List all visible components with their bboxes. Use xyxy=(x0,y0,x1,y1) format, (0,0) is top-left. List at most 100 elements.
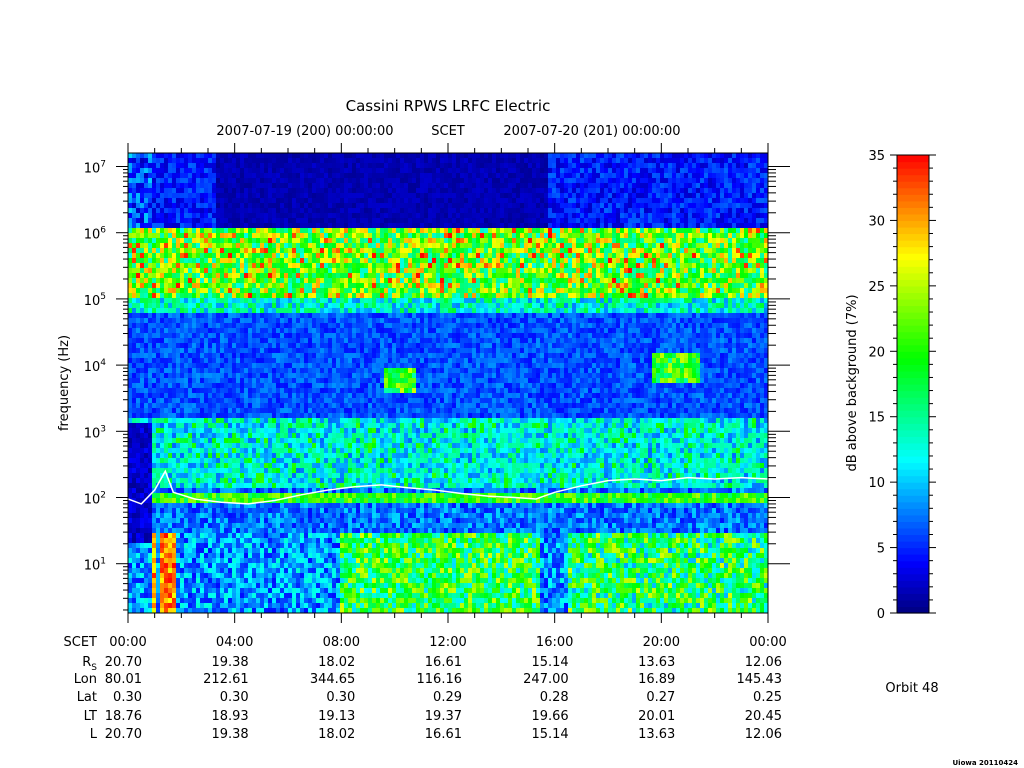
colorbar-segment xyxy=(897,586,929,594)
spectrogram-figure: Cassini RPWS LRFC Electric 2007-07-19 (2… xyxy=(57,97,1018,767)
colorbar-tick-label: 0 xyxy=(877,607,885,622)
y-tick-label: 101 xyxy=(84,557,106,574)
ephemeris-cell: 344.65 xyxy=(310,672,356,687)
colorbar-segment xyxy=(897,220,929,228)
scet-label: SCET xyxy=(431,124,465,139)
colorbar-segment xyxy=(897,305,929,313)
colorbar-segment xyxy=(897,272,929,280)
colorbar: 0 5 10 15 20 25 30 35 xyxy=(868,149,936,622)
colorbar-label: dB above background (7%) xyxy=(845,294,860,471)
colorbar-segment xyxy=(897,541,929,549)
ephemeris-cell: 19.38 xyxy=(211,727,248,742)
colorbar-segment xyxy=(897,226,929,235)
ephemeris-cell: 18.02 xyxy=(318,727,355,742)
ephemeris-cell: 0.30 xyxy=(220,690,249,705)
colorbar-segment xyxy=(897,469,929,477)
ephemeris-row-label: L xyxy=(90,727,98,742)
colorbar-tick-label: 10 xyxy=(868,476,885,491)
ephemeris-cell: 15.14 xyxy=(531,655,568,670)
ephemeris-table: SCET 00:00 04:00 08:00 12:00 16:00 20:00 00:00 R… xyxy=(64,635,787,742)
ephemeris-cell: 0.28 xyxy=(540,690,569,705)
colorbar-segment xyxy=(897,547,929,555)
ephemeris-cell: 16.61 xyxy=(425,655,462,670)
colorbar-segment xyxy=(897,253,929,261)
colorbar-segment xyxy=(897,449,929,457)
y-tick-label: 107 xyxy=(84,160,106,177)
colorbar-segment xyxy=(897,161,929,169)
ephemeris-cell: 0.30 xyxy=(113,690,142,705)
colorbar-segment xyxy=(897,351,929,359)
colorbar-segment xyxy=(897,429,929,437)
ephemeris-cell: 19.38 xyxy=(211,655,248,670)
colorbar-segment xyxy=(897,240,929,248)
ephemeris-row-label: SCET xyxy=(64,635,98,650)
y-tick-label: 102 xyxy=(84,491,106,508)
ephemeris-cell: 0.29 xyxy=(433,690,462,705)
ephemeris-cell: 80.01 xyxy=(105,672,142,687)
colorbar-segment xyxy=(897,475,929,483)
colorbar-segment xyxy=(897,181,929,189)
start-time-label: 2007-07-19 (200) 00:00:00 xyxy=(216,124,393,139)
ephemeris-cell: 12.06 xyxy=(745,655,782,670)
ephemeris-row-label: Lon xyxy=(74,672,97,687)
colorbar-segment xyxy=(897,325,929,333)
ephemeris-cell: 20.45 xyxy=(745,709,782,724)
colorbar-segment xyxy=(897,331,929,339)
ephemeris-cell: 0.27 xyxy=(646,690,675,705)
ephemeris-cell: 20.70 xyxy=(105,655,142,670)
ephemeris-cell: 16.61 xyxy=(425,727,462,742)
colorbar-tick-label: 25 xyxy=(868,280,885,295)
colorbar-segment xyxy=(897,200,929,208)
ephemeris-cell: 20.70 xyxy=(105,727,142,742)
y-tick-label: 105 xyxy=(84,292,106,309)
colorbar-segment xyxy=(897,155,929,163)
colorbar-segment xyxy=(897,298,929,307)
colorbar-segment xyxy=(897,344,929,352)
colorbar-segment xyxy=(897,534,929,542)
y-tick-label: 104 xyxy=(84,358,107,375)
colorbar-segment xyxy=(897,318,929,326)
colorbar-segment xyxy=(897,508,929,516)
ephemeris-cell: 18.02 xyxy=(318,655,355,670)
colorbar-segment xyxy=(897,495,929,503)
chart-title: Cassini RPWS LRFC Electric xyxy=(346,97,551,115)
x-tick-label: 12:00 xyxy=(429,635,466,650)
colorbar-segment xyxy=(897,567,929,575)
colorbar-tick-label: 35 xyxy=(868,149,885,164)
colorbar-segment xyxy=(897,560,929,568)
x-tick-label: 04:00 xyxy=(216,635,253,650)
colorbar-tick-label: 5 xyxy=(877,542,885,557)
ephemeris-cell: 18.93 xyxy=(211,709,248,724)
colorbar-segment xyxy=(897,285,929,293)
colorbar-segment xyxy=(897,259,929,267)
colorbar-segment xyxy=(897,423,929,431)
y-axis-label: frequency (Hz) xyxy=(57,335,72,431)
colorbar-segment xyxy=(897,266,929,274)
ephemeris-cell: 19.66 xyxy=(531,709,568,724)
colorbar-segment xyxy=(897,213,929,222)
colorbar-segment xyxy=(897,455,929,464)
ephemeris-cell: 18.76 xyxy=(105,709,142,724)
colorbar-segment xyxy=(897,527,929,536)
colorbar-segment xyxy=(897,357,929,365)
colorbar-tick-label: 15 xyxy=(868,411,885,426)
ephemeris-cell: 247.00 xyxy=(523,672,569,687)
colorbar-segment xyxy=(897,482,929,490)
ephemeris-cell: 12.06 xyxy=(745,727,782,742)
colorbar-segment xyxy=(897,488,929,496)
colorbar-segment xyxy=(897,364,929,372)
ephemeris-cell: 20.01 xyxy=(638,709,675,724)
colorbar-segment xyxy=(897,187,929,195)
y-tick-label: 106 xyxy=(84,226,107,243)
colorbar-segment xyxy=(897,246,929,254)
colorbar-segment xyxy=(897,593,929,601)
end-time-label: 2007-07-20 (201) 00:00:00 xyxy=(503,124,680,139)
y-tick-label: 103 xyxy=(84,424,106,441)
x-tick-label: 00:00 xyxy=(749,635,786,650)
ephemeris-row-label: Lat xyxy=(77,690,97,705)
x-tick-label: 16:00 xyxy=(536,635,573,650)
colorbar-segment xyxy=(897,174,929,182)
colorbar-segment xyxy=(897,442,929,451)
colorbar-segment xyxy=(897,370,929,379)
colorbar-segment xyxy=(897,377,929,385)
